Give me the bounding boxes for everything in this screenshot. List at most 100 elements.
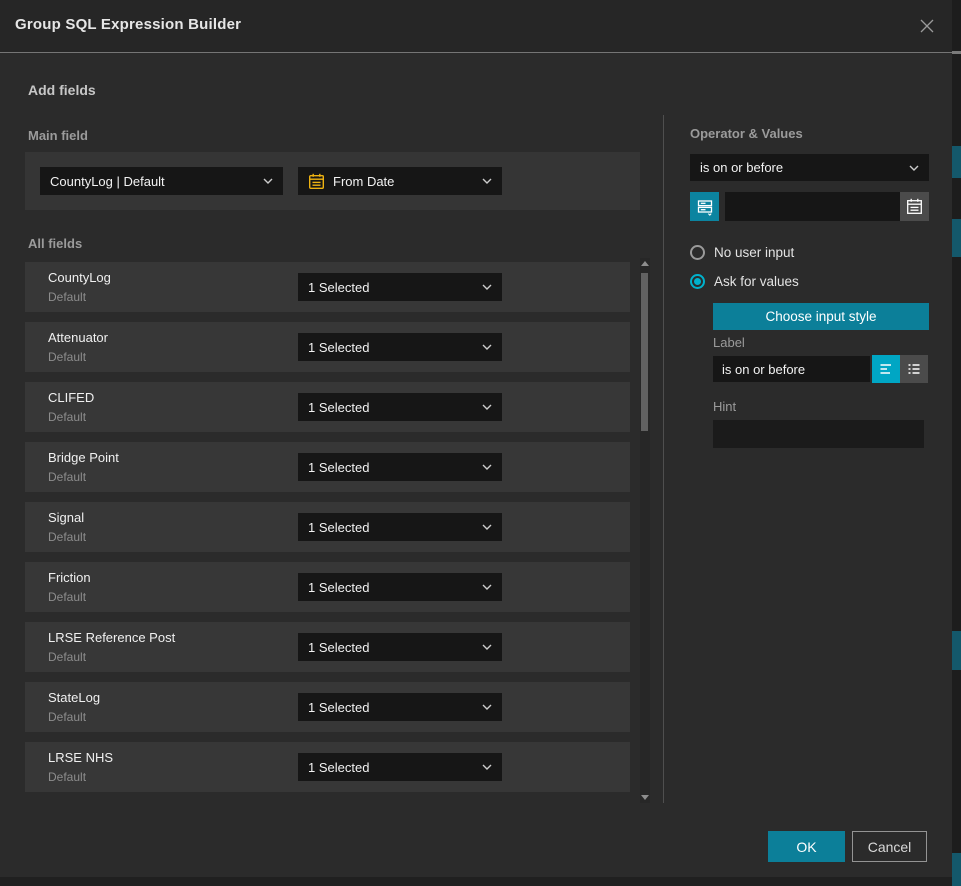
field-subtitle: Default bbox=[48, 410, 86, 424]
field-name: CountyLog bbox=[48, 270, 111, 285]
field-name: Attenuator bbox=[48, 330, 108, 345]
field-name: LRSE NHS bbox=[48, 750, 113, 765]
field-name: Signal bbox=[48, 510, 84, 525]
all-fields-list: CountyLog Default 1 Selected Attenuator … bbox=[25, 262, 630, 802]
cancel-button[interactable]: Cancel bbox=[852, 831, 927, 862]
radio-label: Ask for values bbox=[714, 274, 799, 289]
background-page-edge bbox=[952, 0, 961, 886]
field-subtitle: Default bbox=[48, 770, 86, 784]
field-subtitle: Default bbox=[48, 290, 86, 304]
chevron-down-icon bbox=[482, 284, 492, 290]
field-row-lrse-nhs: LRSE NHS Default 1 Selected bbox=[25, 742, 630, 792]
label-caption: Label bbox=[713, 335, 745, 350]
field-selection-dropdown[interactable]: 1 Selected bbox=[298, 453, 502, 481]
field-subtitle: Default bbox=[48, 470, 86, 484]
chevron-down-icon bbox=[909, 165, 919, 171]
layer-select-value: CountyLog | Default bbox=[50, 174, 165, 189]
operator-values-heading: Operator & Values bbox=[690, 126, 803, 141]
field-selection-dropdown[interactable]: 1 Selected bbox=[298, 633, 502, 661]
field-subtitle: Default bbox=[48, 710, 86, 724]
chevron-down-icon bbox=[263, 178, 273, 184]
main-field-label: Main field bbox=[28, 128, 88, 143]
chevron-down-icon bbox=[482, 584, 492, 590]
field-selection-dropdown[interactable]: 1 Selected bbox=[298, 513, 502, 541]
field-selection-value: 1 Selected bbox=[308, 640, 369, 655]
scrollbar-thumb[interactable] bbox=[641, 273, 648, 431]
field-subtitle: Default bbox=[48, 650, 86, 664]
field-selection-value: 1 Selected bbox=[308, 520, 369, 535]
background-edge-mark bbox=[952, 51, 961, 54]
fields-list-scrollbar[interactable] bbox=[640, 258, 650, 803]
chevron-down-icon bbox=[482, 344, 492, 350]
hint-input[interactable] bbox=[713, 420, 924, 448]
close-icon[interactable] bbox=[914, 13, 940, 39]
dialog-bottom-edge bbox=[0, 877, 961, 886]
radio-no-user-input[interactable]: No user input bbox=[690, 245, 794, 260]
field-selection-value: 1 Selected bbox=[308, 760, 369, 775]
field-row-attenuator: Attenuator Default 1 Selected bbox=[25, 322, 630, 372]
field-row-countylog: CountyLog Default 1 Selected bbox=[25, 262, 630, 312]
dialog-header: Group SQL Expression Builder bbox=[0, 0, 952, 53]
field-selection-dropdown[interactable]: 1 Selected bbox=[298, 393, 502, 421]
field-subtitle: Default bbox=[48, 530, 86, 544]
operator-select[interactable]: is on or before bbox=[690, 154, 929, 181]
list-style-toggle[interactable] bbox=[900, 355, 928, 383]
field-selection-dropdown[interactable]: 1 Selected bbox=[298, 573, 502, 601]
field-selection-dropdown[interactable]: 1 Selected bbox=[298, 753, 502, 781]
date-field-select[interactable]: From Date bbox=[298, 167, 502, 195]
pane-divider bbox=[663, 115, 664, 803]
field-selection-value: 1 Selected bbox=[308, 580, 369, 595]
field-row-statelog: StateLog Default 1 Selected bbox=[25, 682, 630, 732]
ok-button[interactable]: OK bbox=[768, 831, 845, 862]
field-row-friction: Friction Default 1 Selected bbox=[25, 562, 630, 612]
scroll-down-arrow-icon[interactable] bbox=[641, 795, 649, 800]
field-name: Bridge Point bbox=[48, 450, 119, 465]
field-selection-value: 1 Selected bbox=[308, 280, 369, 295]
hint-caption: Hint bbox=[713, 399, 736, 414]
main-field-panel: CountyLog | Default From Date bbox=[25, 152, 640, 210]
scroll-up-arrow-icon[interactable] bbox=[641, 261, 649, 266]
radio-selected-icon bbox=[690, 274, 705, 289]
field-selection-value: 1 Selected bbox=[308, 340, 369, 355]
date-field-select-value: From Date bbox=[333, 174, 394, 189]
field-name: StateLog bbox=[48, 690, 100, 705]
choose-input-style-button[interactable]: Choose input style bbox=[713, 303, 929, 330]
field-selection-dropdown[interactable]: 1 Selected bbox=[298, 693, 502, 721]
background-highlight-mark bbox=[952, 146, 961, 178]
field-row-clifed: CLIFED Default 1 Selected bbox=[25, 382, 630, 432]
chevron-down-icon bbox=[482, 178, 492, 184]
date-calendar-icon bbox=[308, 173, 325, 190]
chevron-down-icon bbox=[482, 404, 492, 410]
chevron-down-icon bbox=[482, 704, 492, 710]
radio-ask-for-values[interactable]: Ask for values bbox=[690, 274, 799, 289]
field-selection-dropdown[interactable]: 1 Selected bbox=[298, 333, 502, 361]
single-line-style-toggle[interactable] bbox=[872, 355, 900, 383]
field-name: LRSE Reference Post bbox=[48, 630, 175, 645]
all-fields-label: All fields bbox=[28, 236, 82, 251]
add-fields-heading: Add fields bbox=[28, 82, 96, 98]
field-subtitle: Default bbox=[48, 350, 86, 364]
label-input[interactable]: is on or before bbox=[713, 356, 870, 382]
field-selection-value: 1 Selected bbox=[308, 460, 369, 475]
field-values-toggle-button[interactable] bbox=[690, 192, 719, 221]
field-row-bridge-point: Bridge Point Default 1 Selected bbox=[25, 442, 630, 492]
field-selection-value: 1 Selected bbox=[308, 700, 369, 715]
label-input-value: is on or before bbox=[722, 362, 805, 377]
chevron-down-icon bbox=[482, 524, 492, 530]
layer-select[interactable]: CountyLog | Default bbox=[40, 167, 283, 195]
field-selection-value: 1 Selected bbox=[308, 400, 369, 415]
field-row-lrse-reference-post: LRSE Reference Post Default 1 Selected bbox=[25, 622, 630, 672]
field-selection-dropdown[interactable]: 1 Selected bbox=[298, 273, 502, 301]
date-value-input[interactable] bbox=[725, 192, 900, 221]
background-highlight-mark bbox=[952, 853, 961, 886]
label-row: is on or before bbox=[713, 355, 928, 383]
field-row-signal: Signal Default 1 Selected bbox=[25, 502, 630, 552]
field-name: CLIFED bbox=[48, 390, 94, 405]
background-highlight-mark bbox=[952, 631, 961, 670]
background-highlight-mark bbox=[952, 219, 961, 257]
dialog-title: Group SQL Expression Builder bbox=[15, 16, 241, 33]
calendar-picker-button[interactable] bbox=[900, 192, 929, 221]
field-subtitle: Default bbox=[48, 590, 86, 604]
chevron-down-icon bbox=[482, 464, 492, 470]
value-input-row bbox=[690, 192, 929, 221]
